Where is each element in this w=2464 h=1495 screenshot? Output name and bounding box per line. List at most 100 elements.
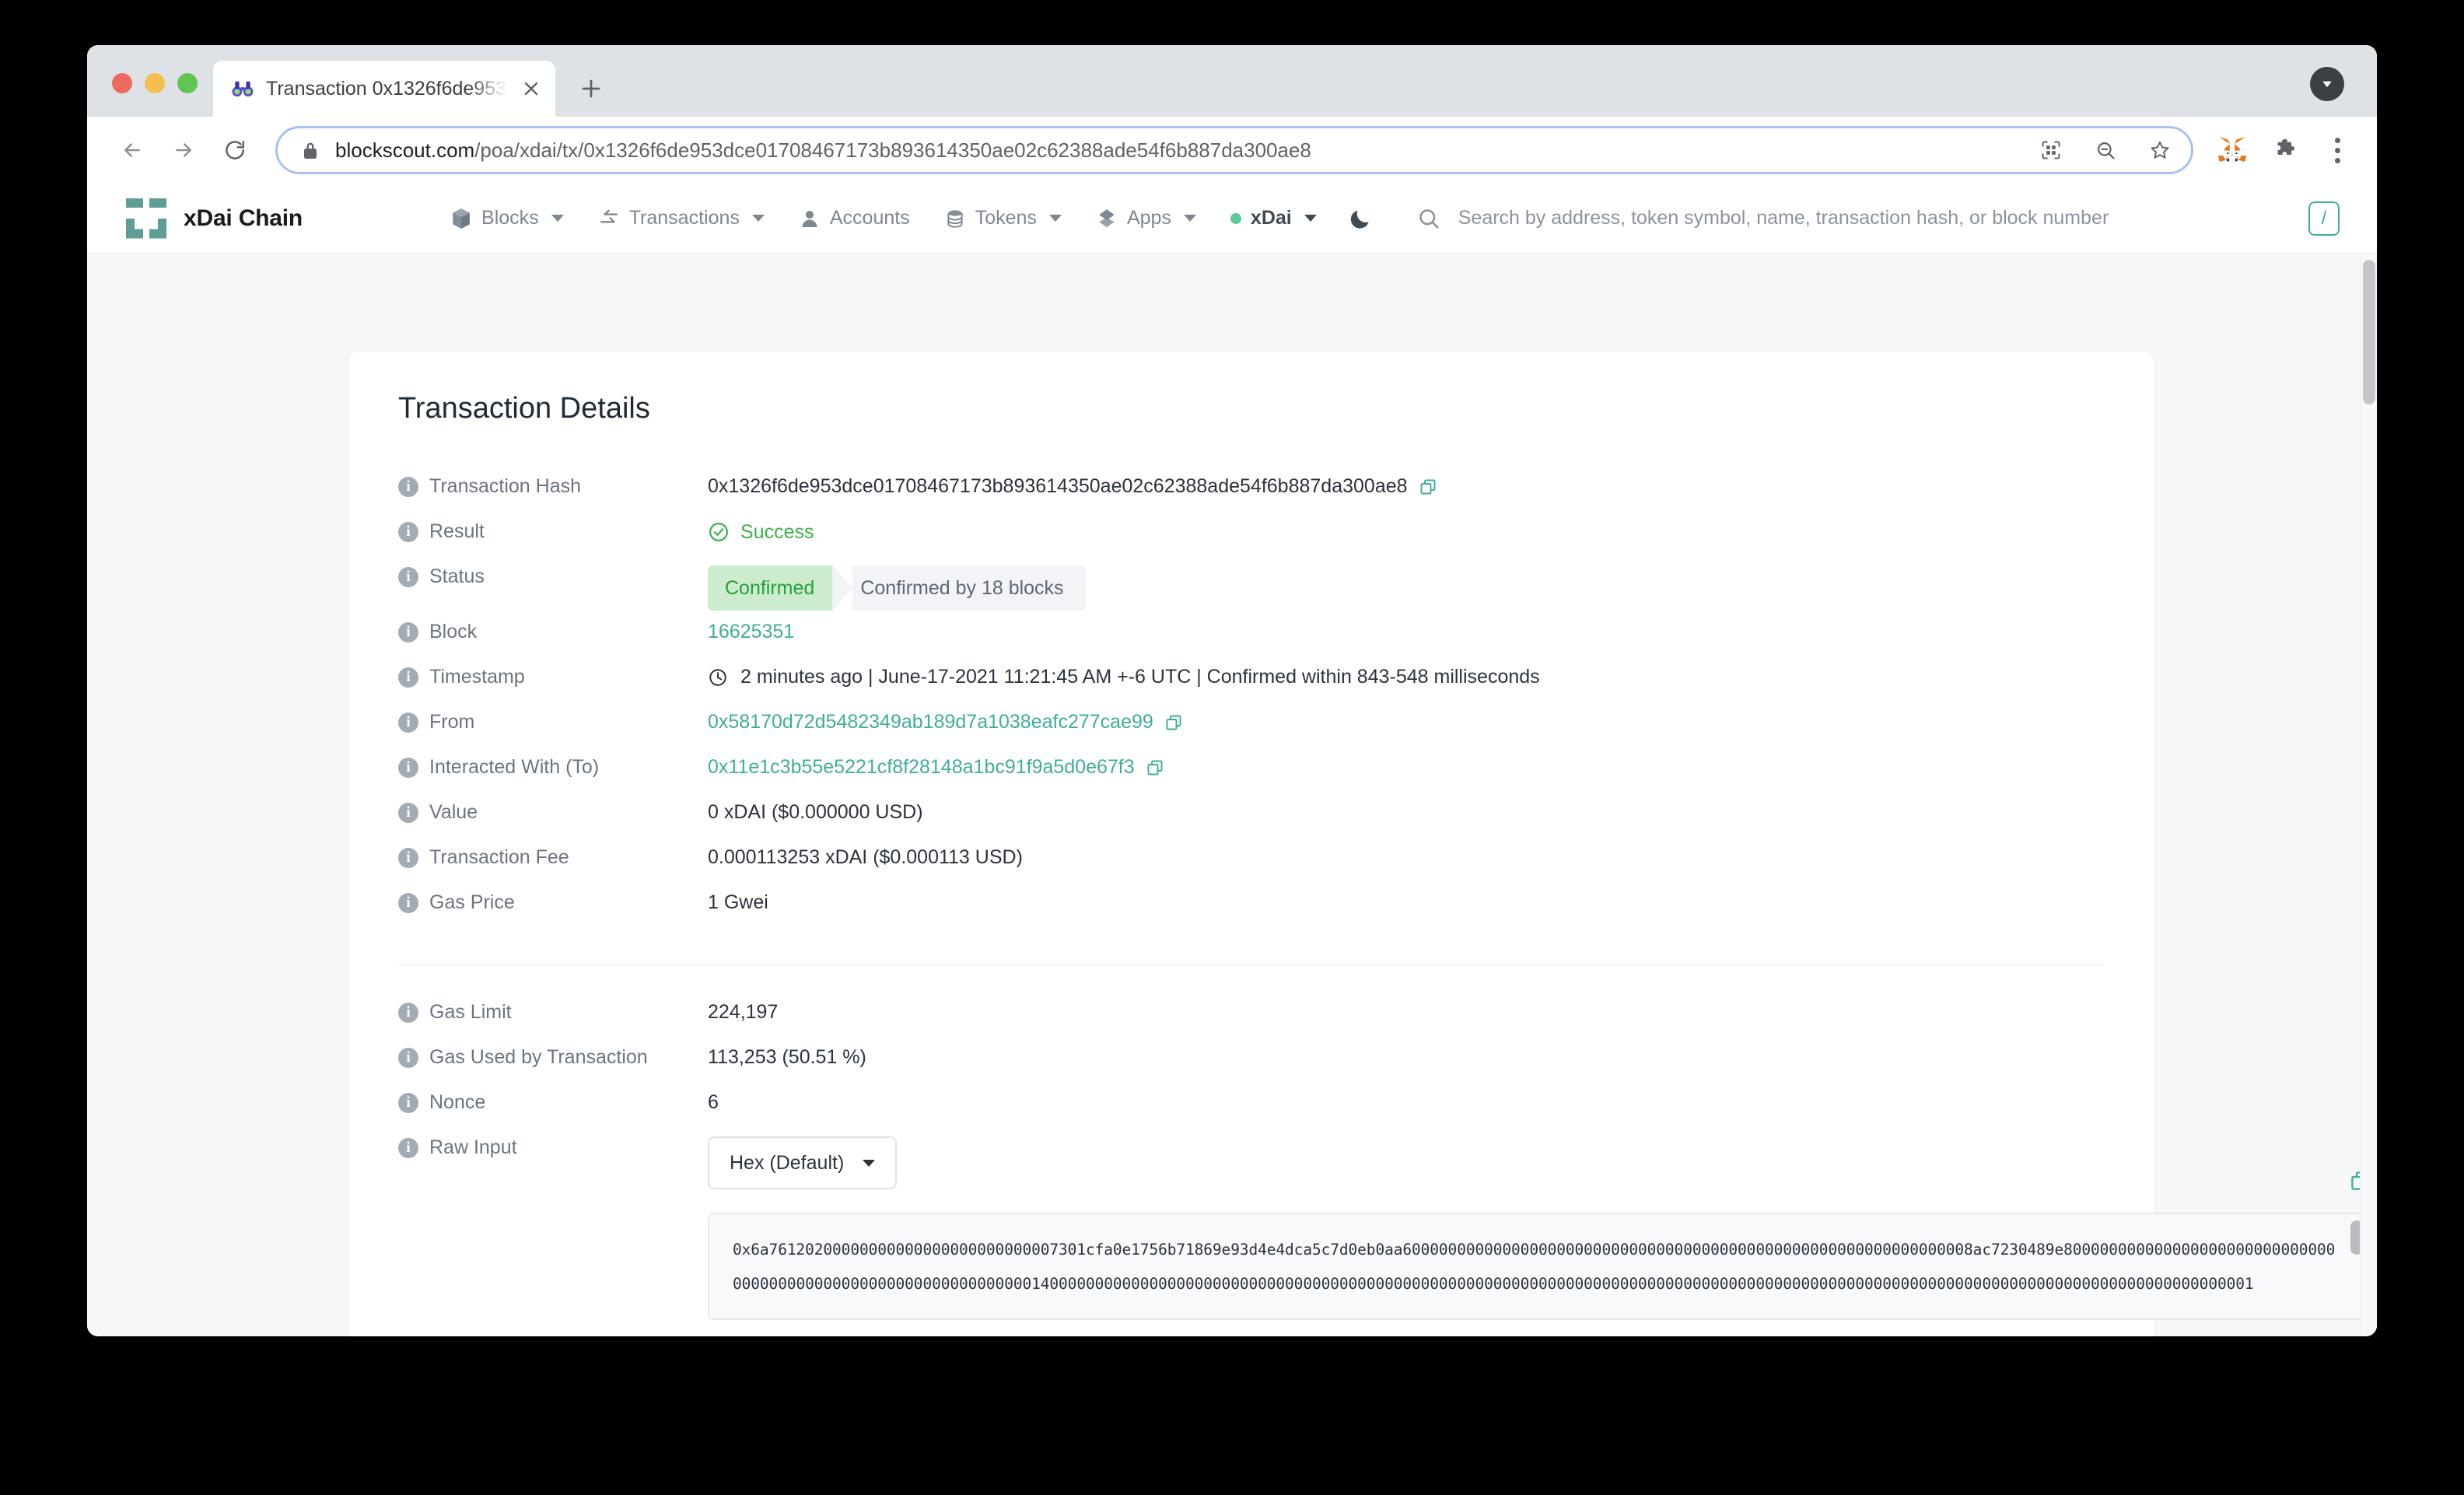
info-icon[interactable]: i: [398, 621, 418, 642]
row-value: Hex (Default) 0x6a7612020000000000000000…: [708, 1134, 2373, 1320]
minimize-window-button[interactable]: [145, 73, 165, 93]
row-value: 0 xDAI ($0.000000 USD): [708, 799, 2105, 824]
search-bar[interactable]: Search by address, token symbol, name, t…: [1405, 194, 2350, 243]
star-icon[interactable]: [2140, 130, 2180, 170]
search-input[interactable]: Search by address, token symbol, name, t…: [1458, 207, 2291, 229]
row-interacted-with: i Interacted With (To) 0x11e1c3b55e5221c…: [398, 750, 2105, 795]
metamask-fox-icon: [2217, 135, 2248, 165]
row-gas-price: i Gas Price 1 Gwei: [398, 885, 2105, 930]
raw-input-hex-box[interactable]: 0x6a76120200000000000000000000000007301c…: [708, 1213, 2373, 1320]
chevrons-down-icon: [1096, 207, 1118, 230]
cube-icon: [450, 207, 472, 230]
brand-name: xDai Chain: [184, 205, 303, 231]
raw-input-format-label: Hex (Default): [730, 1151, 845, 1174]
reload-button[interactable]: [212, 127, 258, 173]
info-icon[interactable]: i: [398, 521, 418, 542]
info-icon[interactable]: i: [398, 757, 418, 778]
status-badge-detail: Confirmed by 18 blocks: [852, 565, 1086, 611]
block-label: Block: [429, 621, 478, 642]
raw-input-label: Raw Input: [429, 1136, 517, 1158]
block-number-link[interactable]: 16625351: [708, 621, 794, 643]
arrow-right-icon: [172, 138, 195, 162]
gas-used-label: Gas Used by Transaction: [429, 1046, 648, 1068]
search-shortcut-key: /: [2308, 201, 2340, 236]
value-label: Value: [429, 801, 478, 823]
info-icon[interactable]: i: [398, 1002, 418, 1023]
nav-item-tokens[interactable]: Tokens: [927, 195, 1079, 242]
chevron-down-icon: [2319, 76, 2335, 92]
puzzle-piece-icon: [2273, 138, 2298, 163]
row-result: i Result Success: [398, 514, 2105, 559]
nonce-label: Nonce: [429, 1091, 486, 1113]
status-badge-confirmed: Confirmed: [708, 565, 834, 611]
new-tab-button[interactable]: [569, 67, 613, 110]
copy-icon[interactable]: [1146, 758, 1166, 778]
qr-code-icon[interactable]: [2031, 130, 2071, 170]
brand-link[interactable]: xDai Chain: [126, 198, 303, 239]
row-label: i Interacted With (To): [398, 754, 708, 779]
row-label: i Gas Used by Transaction: [398, 1044, 708, 1069]
browser-tab[interactable]: Transaction 0x1326f6de953dc: [213, 61, 555, 117]
row-from: i From 0x58170d72d5482349ab189d7a1038eaf…: [398, 705, 2105, 750]
address-bar-url: blockscout.com/poa/xdai/tx/0x1326f6de953…: [335, 138, 2017, 163]
row-value: 1 Gwei: [708, 889, 2105, 914]
url-host: blockscout.com: [335, 138, 475, 162]
close-icon[interactable]: [518, 75, 544, 102]
row-label: i Block: [398, 618, 708, 643]
nonce-value: 6: [708, 1091, 719, 1113]
transfer-arrows-icon: [598, 207, 620, 230]
info-icon[interactable]: i: [398, 802, 418, 823]
info-icon[interactable]: i: [398, 712, 418, 733]
row-label: i Raw Input: [398, 1134, 708, 1159]
chevron-down-icon: [1183, 215, 1196, 222]
info-icon[interactable]: i: [398, 667, 418, 688]
zoom-out-icon[interactable]: [2085, 130, 2126, 170]
back-button[interactable]: [109, 127, 156, 173]
info-icon[interactable]: i: [398, 1047, 418, 1068]
nav-item-blocks[interactable]: Blocks: [433, 195, 581, 242]
extensions-button[interactable]: [2263, 128, 2307, 172]
info-icon[interactable]: i: [398, 847, 418, 868]
kebab-menu-icon[interactable]: [2318, 128, 2357, 172]
row-value: 0.000113253 xDAI ($0.000113 USD): [708, 844, 2105, 869]
info-icon[interactable]: i: [398, 1092, 418, 1113]
from-address-link[interactable]: 0x58170d72d5482349ab189d7a1038eafc277cae…: [708, 711, 1153, 733]
nav-item-tokens-label: Tokens: [975, 207, 1037, 229]
nav-item-accounts[interactable]: Accounts: [782, 195, 927, 242]
row-status: i Status Confirmed Confirmed by 18 block…: [398, 559, 2105, 614]
page-scrollbar-thumb[interactable]: [2363, 260, 2375, 404]
row-value: Success: [708, 518, 2105, 544]
row-value: 0x58170d72d5482349ab189d7a1038eafc277cae…: [708, 709, 2105, 733]
maximize-window-button[interactable]: [177, 73, 198, 93]
network-selector[interactable]: xDai: [1213, 195, 1334, 242]
forward-button[interactable]: [160, 127, 207, 173]
raw-input-hex-line-1: 0x6a76120200000000000000000000000007301c…: [733, 1241, 2336, 1259]
close-window-button[interactable]: [112, 73, 132, 93]
page-scrollbar[interactable]: [2360, 254, 2377, 1336]
theme-toggle-button[interactable]: [1339, 197, 1382, 240]
to-address-link[interactable]: 0x11e1c3b55e5221cf8f28148a1bc91f9a5d0e67…: [708, 756, 1135, 779]
info-icon[interactable]: i: [398, 1137, 418, 1158]
value-amount: 0 xDAI ($0.000000 USD): [708, 801, 923, 823]
from-label: From: [429, 711, 475, 733]
nav-item-apps[interactable]: Apps: [1079, 195, 1213, 242]
gas-limit-value: 224,197: [708, 1001, 779, 1023]
info-icon[interactable]: i: [398, 566, 418, 587]
nav-item-transactions[interactable]: Transactions: [581, 195, 782, 242]
info-icon[interactable]: i: [398, 476, 418, 497]
row-value: 224,197: [708, 999, 2105, 1024]
address-bar[interactable]: blockscout.com/poa/xdai/tx/0x1326f6de953…: [275, 126, 2193, 174]
copy-icon[interactable]: [1164, 712, 1185, 733]
row-label: i Gas Limit: [398, 999, 708, 1024]
info-icon[interactable]: i: [398, 892, 418, 913]
row-label: i Nonce: [398, 1089, 708, 1114]
row-label: i Status: [398, 563, 708, 588]
row-transaction-fee: i Transaction Fee 0.000113253 xDAI ($0.0…: [398, 840, 2105, 885]
raw-input-format-select[interactable]: Hex (Default): [708, 1136, 898, 1189]
metamask-extension-button[interactable]: [2210, 128, 2254, 172]
gas-price-value: 1 Gwei: [708, 891, 768, 913]
raw-input-hex-line-2: 0000000000000000000000000000000001400000…: [733, 1275, 2254, 1293]
copy-icon[interactable]: [1419, 477, 1439, 497]
row-value: 16625351: [708, 618, 2105, 643]
profile-button[interactable]: [2310, 67, 2344, 101]
